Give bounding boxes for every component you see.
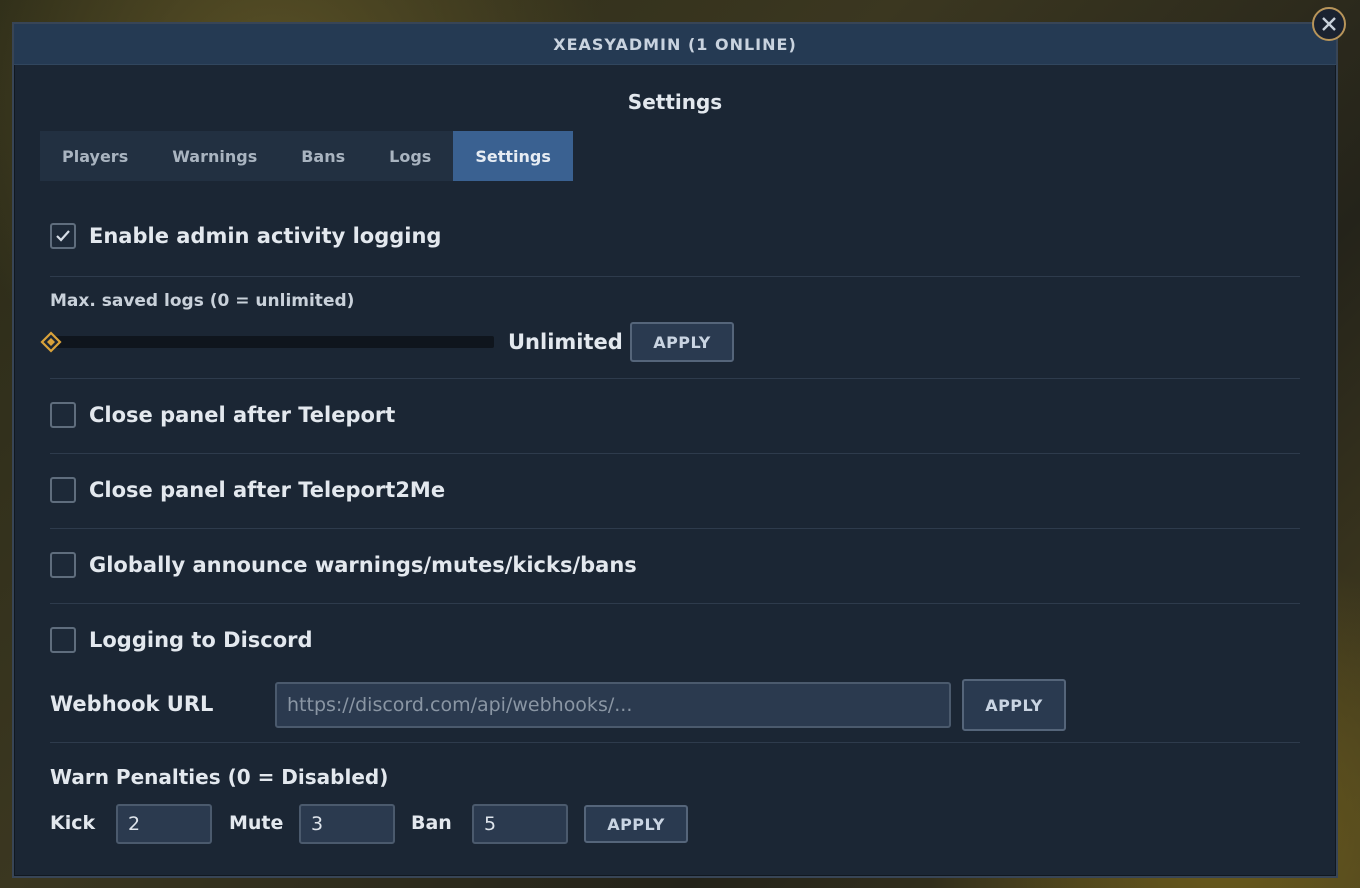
warn-penalties-label: Warn Penalties (0 = Disabled) bbox=[50, 765, 389, 789]
divider bbox=[50, 603, 1300, 604]
slider-thumb-icon[interactable] bbox=[40, 331, 62, 353]
webhook-url-input[interactable] bbox=[275, 682, 951, 728]
max-logs-value: Unlimited bbox=[508, 330, 623, 354]
close-button[interactable] bbox=[1312, 7, 1346, 41]
kick-threshold-input[interactable] bbox=[116, 804, 212, 844]
close-after-teleport2me-checkbox[interactable] bbox=[50, 477, 76, 503]
mute-threshold-input[interactable] bbox=[299, 804, 395, 844]
kick-label: Kick bbox=[50, 812, 96, 834]
setting-close-after-teleport2me: Close panel after Teleport2Me bbox=[50, 477, 1300, 503]
setting-close-after-teleport: Close panel after Teleport bbox=[50, 402, 1300, 428]
max-logs-slider[interactable] bbox=[40, 331, 494, 353]
divider bbox=[50, 378, 1300, 379]
global-announce-checkbox[interactable] bbox=[50, 552, 76, 578]
discord-logging-label: Logging to Discord bbox=[89, 628, 313, 652]
mute-label: Mute bbox=[229, 812, 284, 834]
webhook-apply-button[interactable]: APPLY bbox=[962, 679, 1066, 731]
tab-players[interactable]: Players bbox=[40, 131, 150, 181]
divider bbox=[50, 276, 1300, 277]
setting-global-announce: Globally announce warnings/mutes/kicks/b… bbox=[50, 552, 1300, 578]
close-after-teleport-checkbox[interactable] bbox=[50, 402, 76, 428]
admin-panel: XEASYADMIN (1 ONLINE) Settings Players W… bbox=[12, 22, 1338, 878]
global-announce-label: Globally announce warnings/mutes/kicks/b… bbox=[89, 553, 637, 577]
close-icon bbox=[1322, 17, 1336, 31]
tab-bar: Players Warnings Bans Logs Settings bbox=[40, 131, 573, 181]
ban-label: Ban bbox=[411, 812, 452, 834]
tab-warnings[interactable]: Warnings bbox=[150, 131, 279, 181]
max-logs-label: Max. saved logs (0 = unlimited) bbox=[50, 291, 355, 311]
tab-bans[interactable]: Bans bbox=[279, 131, 367, 181]
warn-penalties-apply-button[interactable]: APPLY bbox=[584, 805, 688, 843]
discord-logging-checkbox[interactable] bbox=[50, 627, 76, 653]
window-titlebar: XEASYADMIN (1 ONLINE) bbox=[14, 24, 1336, 65]
tab-settings[interactable]: Settings bbox=[453, 131, 573, 181]
checkmark-icon bbox=[56, 230, 70, 242]
divider bbox=[50, 453, 1300, 454]
ban-threshold-input[interactable] bbox=[472, 804, 568, 844]
close-after-teleport2me-label: Close panel after Teleport2Me bbox=[89, 478, 446, 502]
close-after-teleport-label: Close panel after Teleport bbox=[89, 403, 396, 427]
window-title: XEASYADMIN (1 ONLINE) bbox=[553, 34, 797, 54]
divider bbox=[50, 742, 1300, 743]
setting-admin-logging: Enable admin activity logging bbox=[50, 223, 1300, 249]
divider bbox=[50, 528, 1300, 529]
max-logs-apply-button[interactable]: APPLY bbox=[630, 322, 734, 362]
admin-logging-checkbox[interactable] bbox=[50, 223, 76, 249]
setting-discord-logging: Logging to Discord bbox=[50, 627, 1300, 653]
admin-logging-label: Enable admin activity logging bbox=[89, 224, 442, 248]
webhook-label: Webhook URL bbox=[50, 692, 214, 716]
page-title: Settings bbox=[627, 90, 723, 114]
tab-logs[interactable]: Logs bbox=[367, 131, 453, 181]
